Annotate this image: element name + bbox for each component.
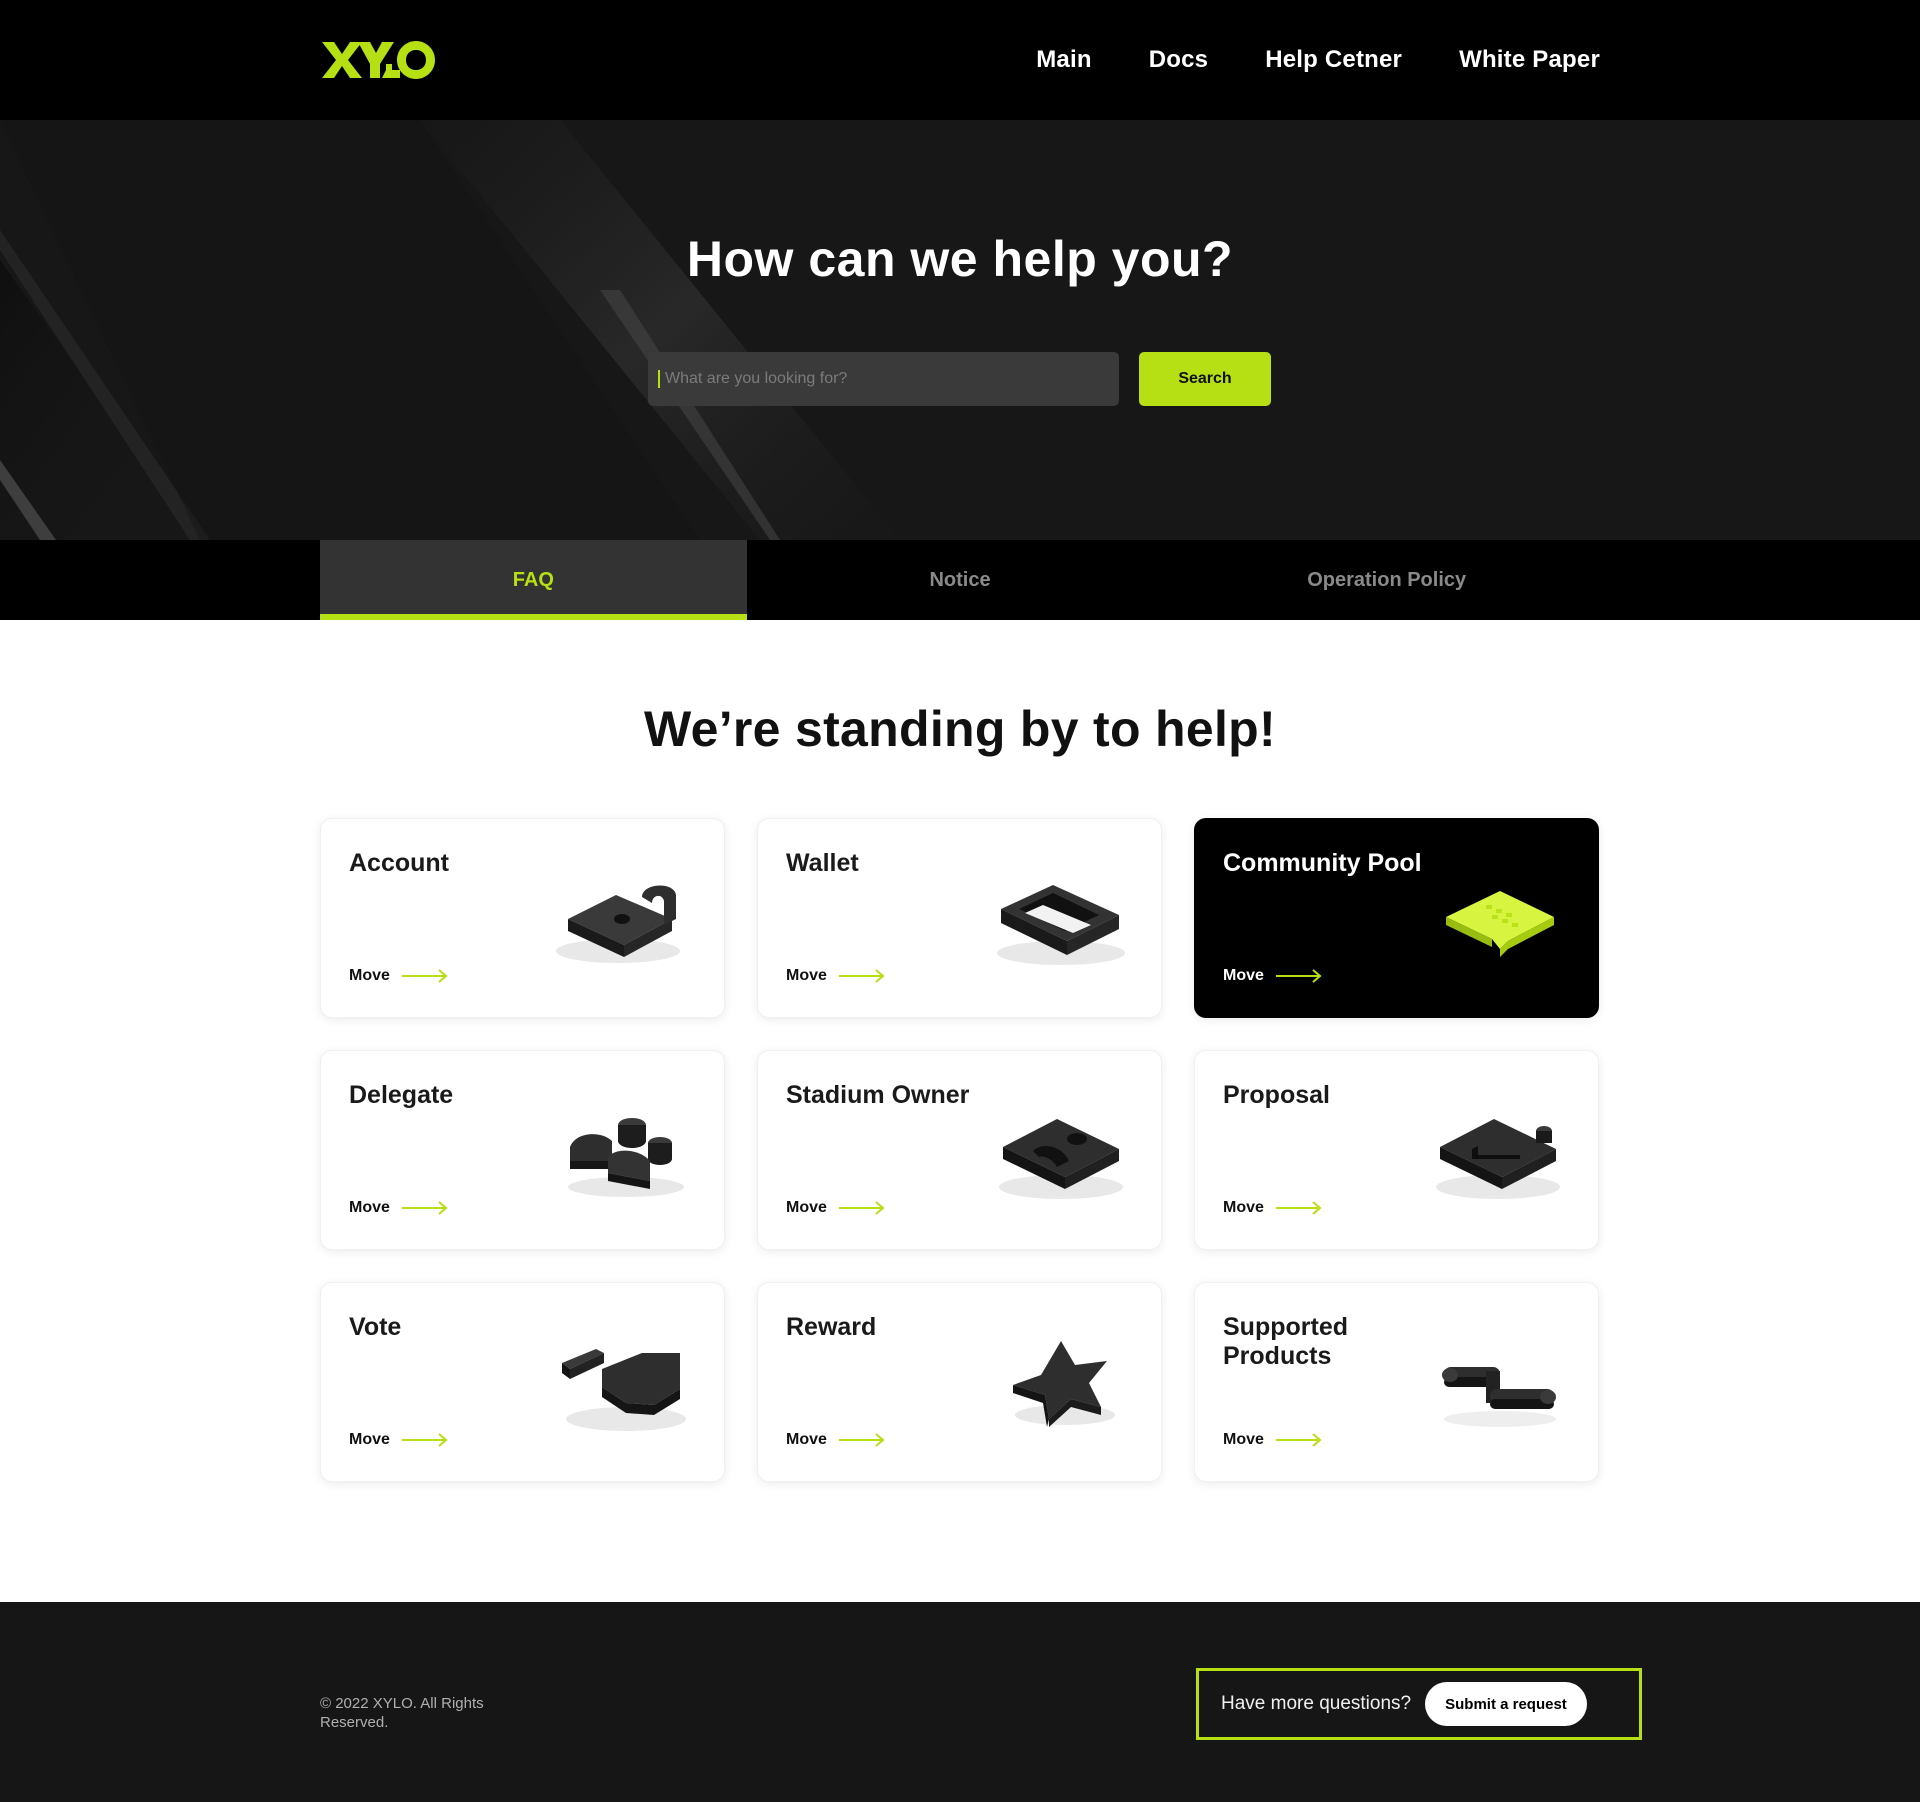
- wallet-icon: [997, 885, 1125, 965]
- move-label: Move: [786, 1431, 827, 1448]
- search-input[interactable]: [665, 352, 1119, 406]
- arrow-right-icon: [401, 969, 448, 983]
- text-caret: [658, 370, 660, 388]
- nav-main[interactable]: Main: [1036, 46, 1091, 74]
- category-card-supported-products[interactable]: Supported Products Move: [1194, 1282, 1599, 1482]
- section-title: We’re standing by to help!: [644, 701, 1276, 757]
- hero-background-light-streaks: [0, 120, 900, 540]
- tab-faq[interactable]: FAQ: [320, 540, 747, 620]
- card-title: Vote: [349, 1313, 402, 1341]
- link-icon: [1442, 1367, 1556, 1427]
- user-profile-icon: [999, 1119, 1123, 1199]
- tabs: FAQ Notice Operation Policy: [320, 540, 1600, 620]
- move-link[interactable]: Move: [1223, 1199, 1322, 1217]
- move-link[interactable]: Move: [786, 1431, 885, 1449]
- card-title: Account: [349, 849, 449, 877]
- search-button[interactable]: Search: [1139, 352, 1271, 406]
- vote-icon: [562, 1349, 686, 1431]
- submit-request-button[interactable]: Submit a request: [1425, 1682, 1587, 1726]
- move-label: Move: [1223, 1431, 1264, 1448]
- xylo-logo[interactable]: [320, 38, 438, 82]
- move-label: Move: [349, 1199, 390, 1216]
- move-label: Move: [349, 1431, 390, 1448]
- category-card-account[interactable]: Account Move: [320, 818, 725, 1018]
- category-card-reward[interactable]: Reward Move: [757, 1282, 1162, 1482]
- move-label: Move: [349, 967, 390, 984]
- star-icon: [1013, 1341, 1115, 1427]
- arrow-right-icon: [1275, 969, 1322, 983]
- tab-bar: FAQ Notice Operation Policy: [0, 540, 1920, 620]
- delegate-icon: [568, 1118, 684, 1197]
- category-grid: Account Move Wallet Move Community Pool …: [320, 818, 1600, 1482]
- move-label: Move: [786, 1199, 827, 1216]
- card-title: Proposal: [1223, 1081, 1330, 1109]
- cta-text: Have more questions?: [1221, 1693, 1412, 1714]
- support-cta-box: Have more questions? Submit a request: [1196, 1668, 1642, 1740]
- move-label: Move: [786, 967, 827, 984]
- footer: © 2022 XYLO. All Rights Reserved. Have m…: [0, 1602, 1920, 1802]
- category-card-stadium-owner[interactable]: Stadium Owner Move: [757, 1050, 1162, 1250]
- card-title: Community Pool: [1223, 849, 1422, 877]
- category-card-proposal[interactable]: Proposal Move: [1194, 1050, 1599, 1250]
- category-card-delegate[interactable]: Delegate Move: [320, 1050, 725, 1250]
- move-link[interactable]: Move: [1223, 967, 1322, 985]
- arrow-right-icon: [401, 1433, 448, 1447]
- arrow-right-icon: [838, 1201, 885, 1215]
- nav-docs[interactable]: Docs: [1149, 46, 1209, 74]
- arrow-right-icon: [838, 969, 885, 983]
- move-link[interactable]: Move: [1223, 1431, 1322, 1449]
- copyright-text: © 2022 XYLO. All Rights Reserved.: [320, 1695, 484, 1731]
- card-title: Delegate: [349, 1081, 454, 1109]
- move-link[interactable]: Move: [786, 1199, 885, 1217]
- hero-section: How can we help you? Search: [0, 120, 1920, 540]
- arrow-right-icon: [1275, 1433, 1322, 1447]
- move-link[interactable]: Move: [349, 1431, 448, 1449]
- nav-help-center[interactable]: Help Cetner: [1265, 46, 1402, 74]
- card-title: Stadium Owner: [786, 1081, 970, 1109]
- proposal-icon: [1436, 1119, 1560, 1199]
- move-link[interactable]: Move: [349, 967, 448, 985]
- card-title: Reward: [786, 1313, 877, 1341]
- arrow-right-icon: [1275, 1201, 1322, 1215]
- move-label: Move: [1223, 1199, 1264, 1216]
- move-label: Move: [1223, 967, 1264, 984]
- lock-icon: [556, 885, 680, 963]
- search-box: [648, 352, 1119, 406]
- top-navigation-bar: Main Docs Help Cetner White Paper: [0, 0, 1920, 120]
- nav-white-paper[interactable]: White Paper: [1459, 46, 1600, 74]
- move-link[interactable]: Move: [349, 1199, 448, 1217]
- hero-title: How can we help you?: [686, 231, 1234, 287]
- category-card-wallet[interactable]: Wallet Move: [757, 818, 1162, 1018]
- category-card-vote[interactable]: Vote Move: [320, 1282, 725, 1482]
- arrow-right-icon: [838, 1433, 885, 1447]
- main-nav: Main Docs Help Cetner White Paper: [1036, 0, 1600, 120]
- card-title: Wallet: [786, 849, 859, 877]
- arrow-right-icon: [401, 1201, 448, 1215]
- card-title: Supported Products: [1223, 1313, 1348, 1370]
- move-link[interactable]: Move: [786, 967, 885, 985]
- tab-notice[interactable]: Notice: [747, 540, 1174, 620]
- tab-operation-policy[interactable]: Operation Policy: [1173, 540, 1600, 620]
- category-card-community-pool[interactable]: Community Pool Move: [1194, 818, 1599, 1018]
- chat-bubble-icon: [1446, 891, 1554, 957]
